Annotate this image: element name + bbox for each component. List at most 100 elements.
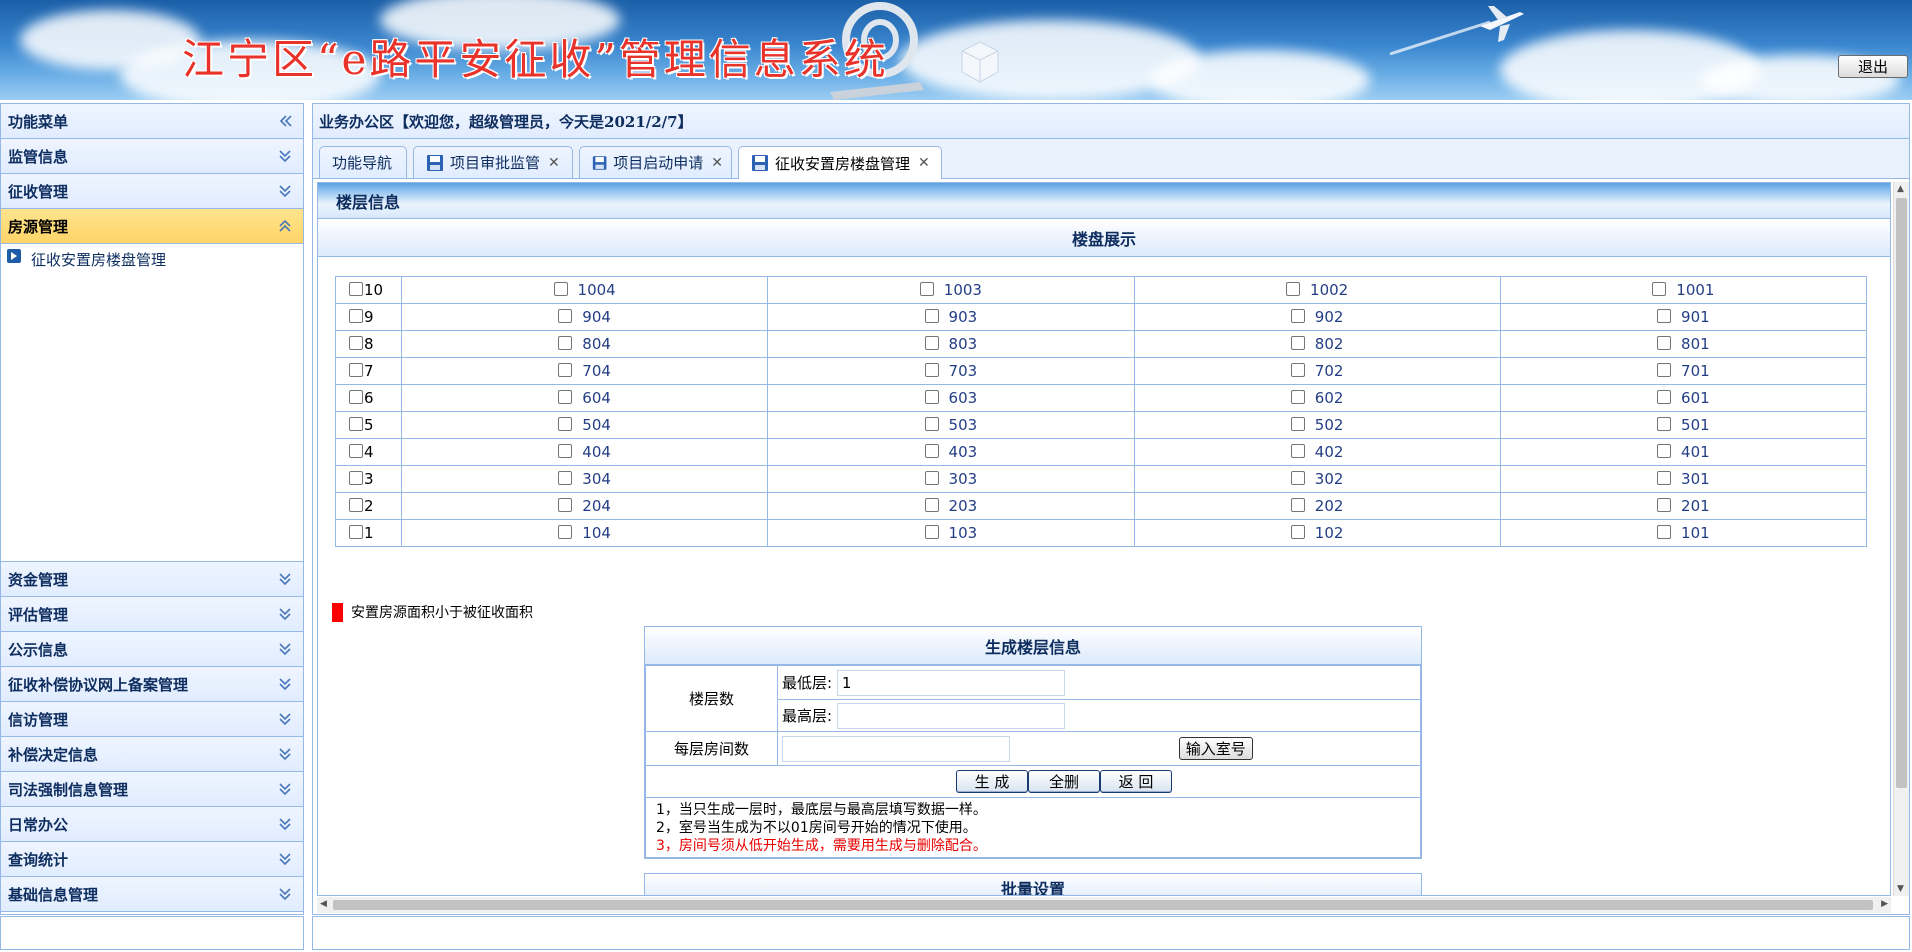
room-number[interactable]: 601 — [1681, 389, 1710, 407]
room-checkbox[interactable] — [924, 498, 939, 512]
room-number[interactable]: 1002 — [1310, 281, 1348, 299]
room-checkbox[interactable] — [1290, 363, 1305, 377]
room-checkbox[interactable] — [553, 282, 568, 296]
room-checkbox[interactable] — [1657, 444, 1672, 458]
room-number[interactable]: 801 — [1681, 335, 1710, 353]
room-number[interactable]: 203 — [949, 497, 978, 515]
floor-checkbox[interactable] — [349, 336, 363, 350]
room-checkbox[interactable] — [1657, 525, 1672, 539]
chevron-down-icon[interactable] — [277, 711, 293, 727]
room-checkbox[interactable] — [558, 471, 573, 485]
room-checkbox[interactable] — [1652, 282, 1667, 296]
room-number[interactable]: 502 — [1315, 416, 1344, 434]
room-number[interactable]: 302 — [1315, 470, 1344, 488]
room-checkbox[interactable] — [1657, 363, 1672, 377]
tab[interactable]: 项目审批监管 ✕ — [413, 146, 573, 178]
room-checkbox[interactable] — [1290, 444, 1305, 458]
room-checkbox[interactable] — [924, 444, 939, 458]
room-checkbox[interactable] — [1290, 471, 1305, 485]
room-checkbox[interactable] — [558, 363, 573, 377]
room-number[interactable]: 704 — [582, 362, 611, 380]
menu-section[interactable]: 查询统计 — [1, 842, 303, 877]
floor-checkbox[interactable] — [349, 282, 363, 296]
room-number[interactable]: 503 — [949, 416, 978, 434]
floor-checkbox[interactable] — [349, 390, 363, 404]
room-checkbox[interactable] — [1657, 336, 1672, 350]
chevron-down-icon[interactable] — [277, 746, 293, 762]
menu-section[interactable]: 资金管理 — [1, 562, 303, 597]
chevron-down-icon[interactable] — [277, 606, 293, 622]
room-checkbox[interactable] — [919, 282, 934, 296]
menu-section[interactable]: 补偿决定信息 — [1, 737, 303, 772]
scroll-right-icon[interactable]: ▶ — [1881, 899, 1888, 909]
room-number[interactable]: 802 — [1315, 335, 1344, 353]
room-number[interactable]: 103 — [949, 524, 978, 542]
room-checkbox[interactable] — [558, 444, 573, 458]
room-checkbox[interactable] — [558, 390, 573, 404]
room-checkbox[interactable] — [558, 498, 573, 512]
menu-item[interactable]: 征收安置房楼盘管理 — [1, 248, 303, 270]
chevron-down-icon[interactable] — [277, 781, 293, 797]
room-number[interactable]: 401 — [1681, 443, 1710, 461]
chevron-down-icon[interactable] — [277, 851, 293, 867]
scroll-down-icon[interactable]: ▼ — [1897, 884, 1904, 894]
chevron-down-icon[interactable] — [277, 148, 293, 164]
vertical-scroll-thumb[interactable] — [1896, 198, 1907, 788]
room-number[interactable]: 104 — [582, 524, 611, 542]
menu-section-housing[interactable]: 房源管理 — [1, 209, 303, 244]
horizontal-scrollbar[interactable]: ◀ ▶ — [317, 897, 1891, 913]
horizontal-scroll-thumb[interactable] — [333, 900, 1873, 910]
room-number[interactable]: 402 — [1315, 443, 1344, 461]
room-number[interactable]: 504 — [582, 416, 611, 434]
room-number[interactable]: 901 — [1681, 308, 1710, 326]
room-checkbox[interactable] — [1290, 525, 1305, 539]
chevron-up-icon[interactable] — [277, 218, 293, 234]
room-checkbox[interactable] — [1657, 390, 1672, 404]
tab[interactable]: 项目启动申请 ✕ — [579, 146, 732, 178]
room-checkbox[interactable] — [1290, 390, 1305, 404]
room-number[interactable]: 202 — [1315, 497, 1344, 515]
menu-section[interactable]: 司法强制信息管理 — [1, 772, 303, 807]
room-number[interactable]: 703 — [949, 362, 978, 380]
menu-section[interactable]: 征收补偿协议网上备案管理 — [1, 667, 303, 702]
room-checkbox[interactable] — [558, 417, 573, 431]
min-floor-input[interactable] — [836, 669, 1065, 696]
floor-checkbox[interactable] — [349, 309, 363, 323]
close-icon[interactable]: ✕ — [918, 155, 930, 171]
room-number[interactable]: 904 — [582, 308, 611, 326]
room-number[interactable]: 902 — [1315, 308, 1344, 326]
room-checkbox[interactable] — [558, 525, 573, 539]
floor-checkbox[interactable] — [349, 471, 363, 485]
room-checkbox[interactable] — [1657, 417, 1672, 431]
menu-section[interactable]: 评估管理 — [1, 597, 303, 632]
floor-checkbox[interactable] — [349, 363, 363, 377]
room-number[interactable]: 1003 — [944, 281, 982, 299]
floor-checkbox[interactable] — [349, 498, 363, 512]
room-checkbox[interactable] — [1657, 471, 1672, 485]
room-checkbox[interactable] — [924, 417, 939, 431]
generate-button[interactable]: 生 成 — [956, 770, 1028, 793]
room-checkbox[interactable] — [1290, 498, 1305, 512]
room-number[interactable]: 701 — [1681, 362, 1710, 380]
room-checkbox[interactable] — [924, 390, 939, 404]
scroll-up-icon[interactable]: ▲ — [1897, 184, 1904, 194]
room-checkbox[interactable] — [1290, 417, 1305, 431]
room-number[interactable]: 101 — [1681, 524, 1710, 542]
menu-section[interactable]: 征收管理 — [1, 174, 303, 209]
room-checkbox[interactable] — [924, 336, 939, 350]
floor-checkbox[interactable] — [349, 525, 363, 539]
room-checkbox[interactable] — [924, 525, 939, 539]
back-button[interactable]: 返 回 — [1100, 770, 1172, 793]
vertical-scrollbar[interactable]: ▲ ▼ — [1893, 182, 1909, 896]
chevron-down-icon[interactable] — [277, 886, 293, 902]
max-floor-input[interactable] — [836, 702, 1065, 729]
room-checkbox[interactable] — [558, 336, 573, 350]
room-checkbox[interactable] — [924, 471, 939, 485]
room-number[interactable]: 903 — [949, 308, 978, 326]
room-number[interactable]: 602 — [1315, 389, 1344, 407]
room-number[interactable]: 702 — [1315, 362, 1344, 380]
tab[interactable]: 功能导航 — [319, 146, 407, 178]
chevron-down-icon[interactable] — [277, 676, 293, 692]
room-number[interactable]: 603 — [949, 389, 978, 407]
menu-section[interactable]: 基础信息管理 — [1, 877, 303, 912]
